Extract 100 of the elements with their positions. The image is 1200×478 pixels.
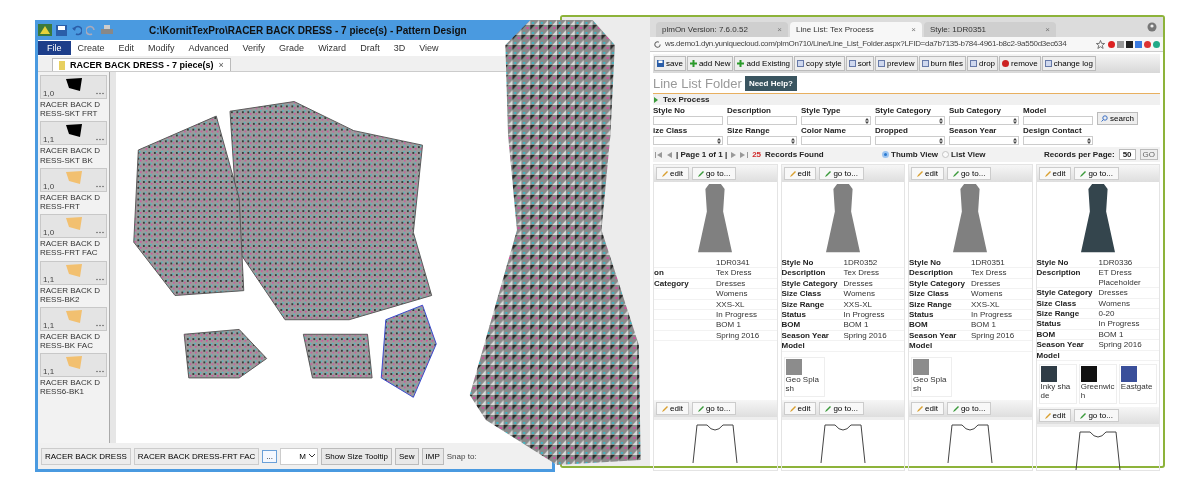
browser-tab[interactable]: Line List: Tex Process × [790,22,922,37]
piece-thumbnail[interactable]: 1,0 [40,75,107,99]
reload-icon[interactable] [653,39,662,49]
fabric-swatch[interactable]: Greenwich [1078,364,1117,405]
more-icon[interactable] [96,277,104,281]
card-button[interactable]: go to... [946,167,992,180]
toolbar-button[interactable]: remove [999,56,1041,71]
more-icon[interactable] [96,184,104,188]
go-button[interactable]: GO [1139,149,1158,160]
menu-item[interactable]: Grade [272,41,312,55]
filter-input[interactable] [653,116,723,125]
toolbar-button[interactable]: change log [1041,56,1096,71]
card-button[interactable]: go to... [946,402,992,415]
toolbar-button[interactable]: drop [967,56,999,71]
toolbar-button[interactable]: burn files [918,56,967,71]
card-button[interactable]: go to... [819,167,864,180]
menu-item[interactable]: Advanced [181,41,236,55]
card-button[interactable]: edit [656,402,689,415]
card-button[interactable]: go to... [1074,167,1119,180]
piece-thumbnail[interactable]: 1,1 [40,353,107,378]
toolbar-button[interactable]: Sew [395,447,419,465]
menu-item[interactable]: Wizard [311,41,354,55]
menu-item[interactable]: Draft [353,41,387,55]
menu-item[interactable]: 3D [386,41,413,55]
menu-item[interactable]: Create [70,41,112,55]
size-select[interactable]: M [280,447,318,465]
more-icon[interactable] [96,138,104,142]
menu-item[interactable]: Edit [111,41,142,55]
card-button[interactable]: edit [1038,167,1072,180]
app-logo-icon[interactable] [38,24,52,36]
more-icon[interactable] [96,370,104,374]
card-button[interactable]: edit [656,167,689,180]
fabric-swatch[interactable]: Geo Splash [911,357,952,397]
menu-item[interactable]: File [38,41,71,55]
previous-page-icon[interactable] [667,151,672,158]
help-button[interactable]: Need Help? [744,76,797,91]
filter-dropdown[interactable] [653,136,723,145]
radio-indicator[interactable] [942,151,950,158]
close-tab-button[interactable]: × [218,60,224,70]
next-page-icon[interactable] [731,151,737,158]
filter-input[interactable] [1023,116,1093,125]
toolbar-button[interactable]: Show Size Tooltip [321,447,392,465]
card-button[interactable]: edit [911,167,944,180]
toolbar-button[interactable]: add Existing [734,56,794,71]
search-button[interactable]: search [1097,112,1138,125]
browser-tab[interactable]: plmOn Version: 7.6.0.52 × [656,22,788,37]
piece-thumbnail[interactable]: 1,1 [40,260,107,285]
toolbar-button[interactable]: add New [686,56,734,71]
toolbar-button[interactable]: IMP [421,447,444,465]
toolbar-button[interactable]: preview [875,56,918,71]
star-icon[interactable] [1096,39,1105,49]
radio-indicator[interactable] [882,151,890,158]
browser-tab[interactable]: Style: 1DR0351 × [924,22,1056,37]
first-page-icon[interactable] [655,151,663,158]
last-page-icon[interactable] [740,151,749,158]
view-radio[interactable]: List View [942,150,986,159]
piece-thumbnail[interactable]: 1,0 [40,167,107,192]
piece-name-field[interactable]: RACER BACK DRESS-FRT FAC [133,447,260,465]
piece-thumbnail[interactable]: 1,1 [40,121,107,146]
browse-button[interactable]: ... [262,449,277,463]
redo-icon[interactable] [86,24,97,36]
save-icon[interactable] [56,24,67,36]
more-icon[interactable] [96,323,104,327]
filter-dropdown[interactable] [949,116,1019,125]
more-icon[interactable] [96,92,104,95]
filter-dropdown[interactable] [949,136,1019,145]
piece-thumbnail[interactable]: 1,0 [40,214,107,239]
card-button[interactable]: edit [1038,409,1072,423]
filter-input[interactable] [727,116,797,125]
print-icon[interactable] [101,24,113,36]
card-button[interactable]: edit [911,402,944,415]
card-button[interactable]: go to... [819,402,864,415]
records-per-page-select[interactable]: 50 [1118,149,1136,160]
fabric-swatch[interactable]: Inky shade [1038,364,1077,405]
filter-dropdown[interactable] [727,136,797,145]
piece-thumbnail[interactable]: 1,1 [40,306,107,331]
filter-dropdown[interactable] [1023,136,1093,145]
extension-icons-drawing[interactable] [1108,40,1160,48]
card-button[interactable]: go to... [691,402,737,415]
filter-dropdown[interactable] [875,116,945,125]
card-button[interactable]: edit [783,167,817,180]
card-button[interactable]: go to... [691,167,737,180]
document-tab[interactable]: RACER BACK DRESS - 7 piece(s) × [52,58,231,71]
filter-input[interactable] [801,136,871,145]
toolbar-button[interactable]: sort [845,56,874,71]
filter-dropdown[interactable] [801,116,871,125]
card-button[interactable]: go to... [1074,409,1119,423]
fabric-swatch[interactable]: Geo Splash [783,357,825,397]
menu-item[interactable]: View [412,41,446,55]
more-icon[interactable] [96,231,104,235]
menu-item[interactable]: Modify [141,41,182,55]
card-button[interactable]: edit [783,402,817,415]
expand-arrow-icon[interactable] [653,96,659,103]
menu-item[interactable]: Verify [235,41,273,55]
view-radio[interactable]: Thumb View [882,150,939,159]
profile-icon[interactable] [1147,22,1157,32]
filter-dropdown[interactable] [875,136,945,145]
fabric-swatch[interactable]: Eastgate [1118,364,1157,405]
toolbar-button[interactable]: copy style [794,56,845,71]
style-name-field[interactable]: RACER BACK DRESS [41,447,131,465]
